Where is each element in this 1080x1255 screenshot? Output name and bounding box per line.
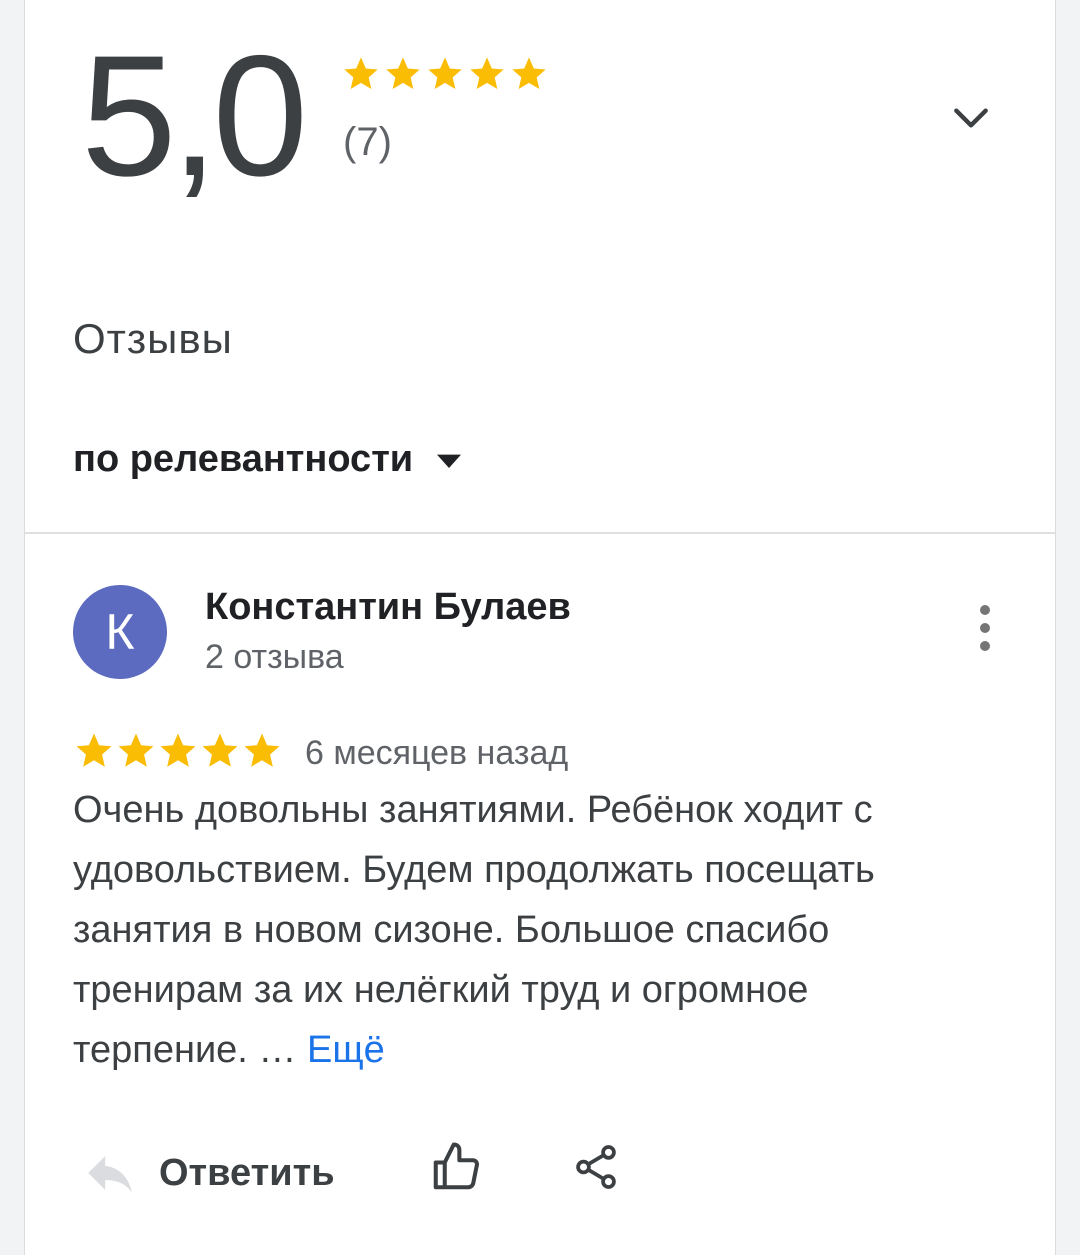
author-name[interactable]: Константин Булаев (205, 586, 571, 629)
star-icon (244, 733, 280, 767)
star-icon (512, 57, 546, 89)
avatar[interactable]: К (73, 585, 167, 679)
reply-label: Ответить (159, 1151, 335, 1194)
star-icon (386, 57, 420, 89)
reply-button[interactable]: Ответить (81, 1144, 335, 1202)
review-stars (73, 730, 283, 772)
more-vert-icon[interactable] (973, 600, 997, 656)
review-date: 6 месяцев назад (305, 734, 569, 772)
chevron-down-icon[interactable] (949, 96, 993, 140)
review-actions: Ответить (81, 1142, 616, 1202)
more-link[interactable]: Ещё (307, 1029, 385, 1071)
star-icon (76, 733, 112, 767)
star-icon (428, 57, 462, 89)
review-body: Очень довольны занятиями. Ребёнок ходит … (73, 789, 875, 1071)
author-review-count: 2 отзыва (205, 638, 344, 676)
share-icon[interactable] (571, 1140, 621, 1194)
reply-icon (88, 1156, 132, 1193)
sort-dropdown[interactable]: по релевантности (73, 438, 465, 481)
star-icon (344, 57, 378, 89)
reviews-card: 5,0 (7) Отзывы по релевантности К Конста… (24, 0, 1056, 1255)
review-count: (7) (343, 120, 392, 164)
average-stars (341, 54, 549, 94)
thumb-up-icon[interactable] (429, 1140, 483, 1194)
divider (25, 532, 1055, 534)
dropdown-caret-icon (437, 454, 462, 468)
star-icon (118, 733, 154, 767)
star-icon (160, 733, 196, 767)
star-icon (202, 733, 238, 767)
star-icon (470, 57, 504, 89)
review-text: Очень довольны занятиями. Ребёнок ходит … (73, 780, 973, 1080)
average-rating: 5,0 (81, 20, 308, 212)
sort-label: по релевантности (73, 438, 414, 480)
section-title: Отзывы (73, 315, 233, 362)
